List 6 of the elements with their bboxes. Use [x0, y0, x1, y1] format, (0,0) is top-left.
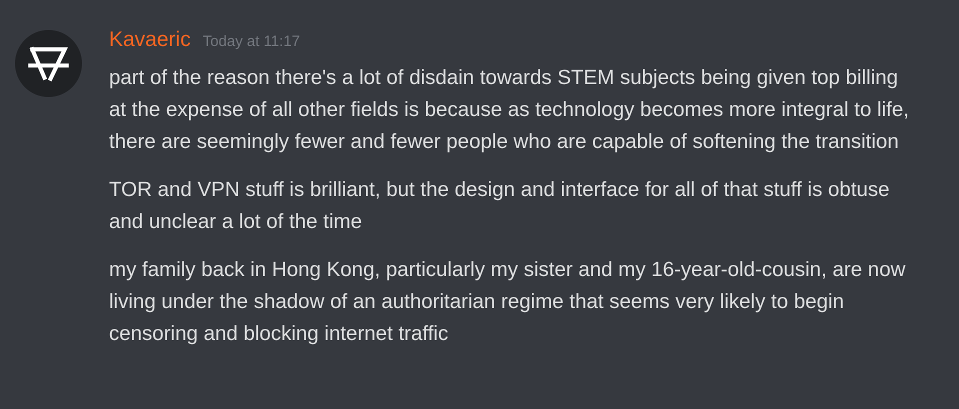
message-text: my family back in Hong Kong, particularly my sister and my 16-year-old-cousin, are now living under the shadow of an authoritarian regime that seems very likely to begin censoring and blocking internet traffic — [109, 257, 906, 347]
message-text: TOR and VPN stuff is brilliant, but the design and interface for all of that stuff is obtuse and unclear a lot of the time — [109, 177, 891, 235]
timestamp: Today at 11:17 — [202, 33, 300, 50]
username[interactable]: Kavaeric — [109, 28, 191, 52]
message-text: part of the reason there's a lot of disdain towards STEM subjects being given top billing at the expense of all other fields is because as technology becomes more integral to life, there are seemingly fewer and fewer people who are capable of softening the transition — [109, 65, 909, 155]
avatar-icon[interactable] — [15, 30, 82, 97]
